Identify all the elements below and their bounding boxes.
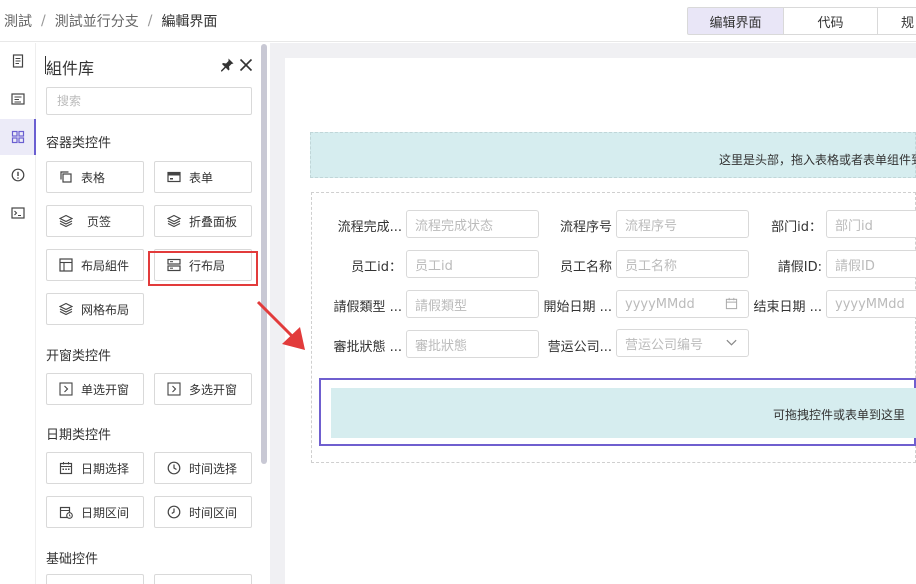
component-label: 多选开窗 xyxy=(189,382,238,397)
left-icon-rail xyxy=(0,43,36,584)
component-grid-layout[interactable]: 网格布局 xyxy=(46,293,144,325)
calendar-icon xyxy=(59,461,73,475)
row-drop-zone[interactable]: 可拖拽控件或表单到这里 xyxy=(331,388,916,438)
close-icon[interactable] xyxy=(238,57,254,73)
form-input[interactable]: 流程序号 xyxy=(616,210,749,238)
field-label: 结束日期 ... xyxy=(753,300,822,315)
form-icon xyxy=(167,170,181,184)
calendar-range-icon xyxy=(59,505,73,519)
component-form[interactable]: 表单 xyxy=(154,161,252,193)
tab-edit-view[interactable]: 编辑界面 xyxy=(687,7,784,35)
component-library-panel: 組件库 容器类控件 表格 表单 页签 折叠面板 布局組件 行布局 网格布局 开窗… xyxy=(36,43,268,584)
form-input[interactable]: 審批狀態 xyxy=(406,330,539,358)
field-label: 流程完成... xyxy=(337,220,402,235)
tab-rules[interactable]: 规 xyxy=(878,7,916,35)
field-label: 员工id： xyxy=(351,260,402,275)
panel-title: 組件库 xyxy=(46,59,95,78)
component-label: 日期选择 xyxy=(81,461,130,476)
field-label: 開始日期 ... xyxy=(543,300,612,315)
form-input[interactable]: 流程完成状态 xyxy=(406,210,539,238)
form-input[interactable]: 請假類型 xyxy=(406,290,539,318)
highlight-annotation-box xyxy=(148,251,258,286)
component-time-picker[interactable]: 时间选择 xyxy=(154,452,252,484)
component-label: 页签 xyxy=(86,214,111,229)
section-title-date: 日期类控件 xyxy=(46,428,112,443)
clock-icon xyxy=(167,461,181,475)
form-input[interactable]: 請假ID xyxy=(826,250,916,278)
field-label: 請假ID: xyxy=(777,260,822,275)
form-input[interactable]: 部门id xyxy=(826,210,916,238)
component-label: 网格布局 xyxy=(81,302,130,317)
component-label: 时间选择 xyxy=(189,461,238,476)
form-input[interactable]: 员工id xyxy=(406,250,539,278)
component-layout[interactable]: 布局組件 xyxy=(46,249,144,281)
section-title-popups: 开窗类控件 xyxy=(46,349,112,364)
alert-icon[interactable] xyxy=(0,157,36,193)
breadcrumb-separator: / xyxy=(41,13,46,29)
component-basic-partial[interactable] xyxy=(154,574,252,584)
field-label: 员工名称 xyxy=(559,260,612,275)
component-basic-partial[interactable] xyxy=(46,574,144,584)
annotation-arrow xyxy=(256,300,305,350)
popup-icon xyxy=(59,382,73,396)
end-date-input[interactable]: yyyyMMdd xyxy=(826,290,916,318)
breadcrumb-item-current: 編輯界面 xyxy=(161,14,218,30)
top-bar: 測試 / 測試並行分支 / 編輯界面 编辑界面 代码 规 xyxy=(0,0,916,42)
layers-icon xyxy=(59,302,73,316)
layers-icon xyxy=(59,214,73,228)
field-label: 流程序号 xyxy=(559,220,612,235)
chevron-down-icon xyxy=(725,336,738,353)
breadcrumb-separator: / xyxy=(147,13,153,29)
header-hint-text: 这里是头部，拖入表格或者表单组件到 xyxy=(719,153,916,167)
breadcrumb-item-root[interactable]: 測試 xyxy=(4,11,32,31)
field-label: 营运公司... xyxy=(547,340,612,355)
panel-scrollbar[interactable] xyxy=(261,44,267,464)
component-date-picker[interactable]: 日期选择 xyxy=(46,452,144,484)
drop-hint-text: 可拖拽控件或表单到这里 xyxy=(773,408,906,422)
component-label: 时间区间 xyxy=(189,505,238,520)
clock-range-icon xyxy=(167,505,181,519)
component-date-range[interactable]: 日期区间 xyxy=(46,496,144,528)
popup-icon xyxy=(167,382,181,396)
select-placeholder: 营运公司编号 xyxy=(625,337,704,353)
tab-code[interactable]: 代码 xyxy=(784,7,878,35)
company-select[interactable]: 营运公司编号 xyxy=(616,329,749,357)
component-label: 表单 xyxy=(189,170,214,185)
terminal-icon[interactable] xyxy=(0,195,36,231)
layout-icon xyxy=(59,258,73,272)
view-tabs: 编辑界面 代码 规 xyxy=(687,7,916,35)
form-list-icon[interactable] xyxy=(0,81,36,117)
breadcrumb: 測試 / 測試並行分支 / 編輯界面 xyxy=(4,11,217,31)
section-title-containers: 容器类控件 xyxy=(46,136,112,151)
field-label: 請假類型 ... xyxy=(333,300,402,315)
grid-icon[interactable] xyxy=(0,119,36,155)
form-input[interactable]: 员工名称 xyxy=(616,250,749,278)
calendar-icon[interactable] xyxy=(725,297,738,314)
component-multi-select-popup[interactable]: 多选开窗 xyxy=(154,373,252,405)
table-copy-icon xyxy=(59,170,73,184)
component-label: 表格 xyxy=(81,170,106,185)
component-time-range[interactable]: 时间区间 xyxy=(154,496,252,528)
breadcrumb-item-process[interactable]: 測試並行分支 xyxy=(55,11,139,31)
component-label: 折叠面板 xyxy=(189,214,238,229)
header-drop-zone[interactable]: 这里是头部，拖入表格或者表单组件到 xyxy=(310,132,916,178)
component-table[interactable]: 表格 xyxy=(46,161,144,193)
component-label: 布局組件 xyxy=(81,258,130,273)
section-title-basic: 基础控件 xyxy=(46,552,99,567)
field-label: 審批狀態 ... xyxy=(333,340,402,355)
component-tabs[interactable]: 页签 xyxy=(46,205,144,237)
pin-icon[interactable] xyxy=(219,57,235,73)
date-placeholder: yyyyMMdd xyxy=(625,296,695,312)
field-label: 部门id： xyxy=(771,220,822,235)
component-collapse-panel[interactable]: 折叠面板 xyxy=(154,205,252,237)
component-single-select-popup[interactable]: 单选开窗 xyxy=(46,373,144,405)
component-label: 日期区间 xyxy=(81,505,130,520)
page-icon[interactable] xyxy=(0,43,36,79)
component-label: 单选开窗 xyxy=(81,382,130,397)
component-search-input[interactable] xyxy=(46,87,252,115)
layers-icon xyxy=(167,214,181,228)
start-date-input[interactable]: yyyyMMdd xyxy=(616,290,749,318)
